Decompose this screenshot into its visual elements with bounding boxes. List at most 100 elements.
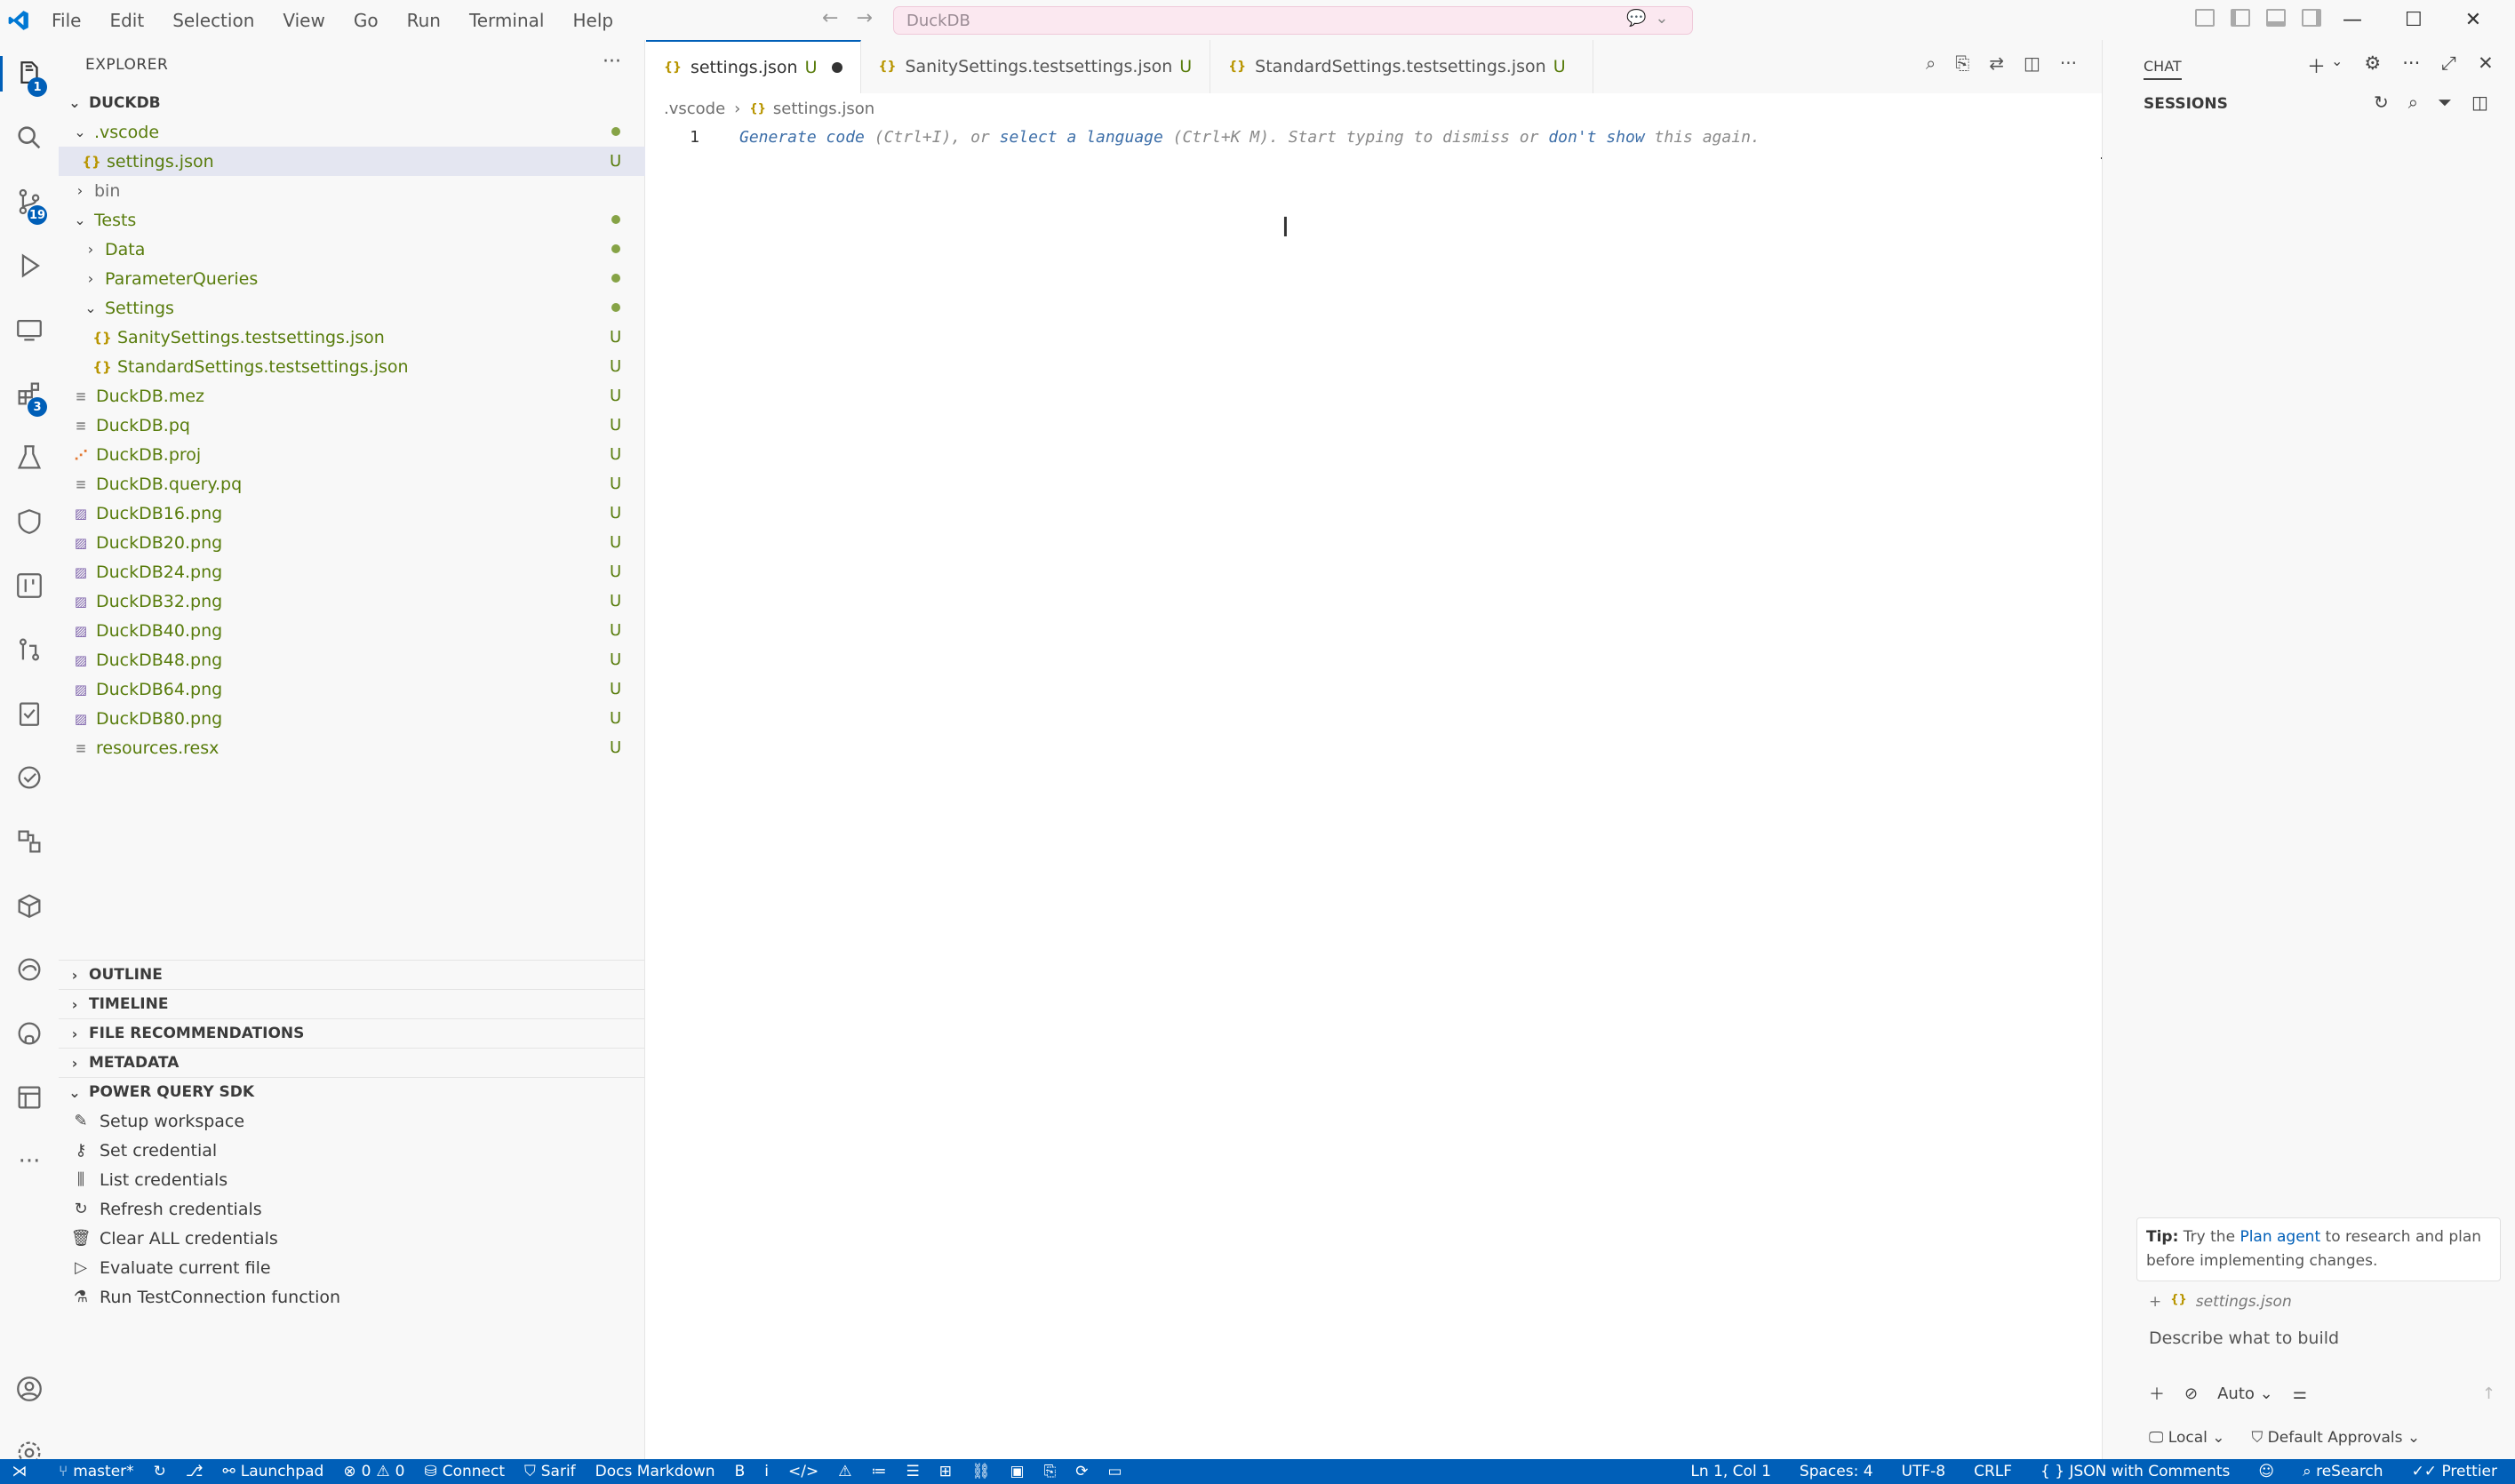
activity-github[interactable] (0, 1007, 59, 1060)
pq-set-credential[interactable]: ⚷ Set credential (59, 1136, 645, 1165)
section-outline[interactable]: › OUTLINE (59, 960, 645, 989)
explorer-more-icon[interactable]: ··· (603, 51, 621, 73)
more-icon[interactable]: ··· (2402, 52, 2420, 79)
tree-item-duckdb-proj[interactable]: ⋰ DuckDB.proj U (59, 440, 645, 469)
toggle-panel-icon[interactable] (2266, 9, 2286, 27)
activity-source-control[interactable]: 19 (0, 175, 59, 228)
tree-item-settings-folder[interactable]: ⌄ Settings (59, 293, 645, 323)
activity-run-debug[interactable] (0, 239, 59, 292)
activity-extensions[interactable]: 3 (0, 367, 59, 420)
tree-item-vscode-folder[interactable]: ⌄ .vscode (59, 117, 645, 147)
snippet-icon[interactable]: ⟳ (1075, 1463, 1088, 1480)
chat-bubble-icon[interactable]: 💬 (1626, 9, 1646, 28)
customize-layout-icon[interactable] (2195, 9, 2215, 27)
menu-view[interactable]: View (283, 10, 324, 31)
tree-item-duckdb-mez[interactable]: ≡ DuckDB.mez U (59, 381, 645, 411)
research-item[interactable]: ⌕ reSearch (2303, 1463, 2383, 1480)
open-changes-icon[interactable]: ⎘ (1955, 52, 1969, 74)
connect-item[interactable]: ⛁ Connect (424, 1463, 505, 1480)
dont-show-link[interactable]: don't show (1548, 128, 1644, 147)
tree-item-tests-folder[interactable]: ⌄ Tests (59, 205, 645, 235)
close-window-icon[interactable]: ✕ (2465, 9, 2481, 31)
tree-item-settings-json[interactable]: {} settings.json U (59, 147, 645, 176)
tree-item-duckdb-query-pq[interactable]: ≡ DuckDB.query.pq U (59, 469, 645, 499)
copilot-icon[interactable]: ☺ (2258, 1463, 2274, 1480)
code-line[interactable]: 1 Generate code (Ctrl+I), or select a la… (646, 122, 1997, 152)
new-chat-icon[interactable]: ＋ (2307, 52, 2326, 79)
cursor-position[interactable]: Ln 1, Col 1 (1690, 1463, 1771, 1480)
command-center-search[interactable]: DuckDB (893, 6, 1693, 35)
send-arrow-icon[interactable]: ↑ (2482, 1384, 2495, 1403)
problems-item[interactable]: ⊗ 0 ⚠ 0 (343, 1463, 404, 1480)
tree-item-sanity-settings[interactable]: {} SanitySettings.testsettings.json U (59, 323, 645, 352)
breadcrumb-file[interactable]: settings.json (773, 100, 874, 118)
tree-item-standard-settings[interactable]: {} StandardSettings.testsettings.json U (59, 352, 645, 381)
menu-file[interactable]: File (52, 10, 81, 31)
activity-explorer[interactable]: 1 (0, 47, 59, 100)
tree-item-duckdb20-png[interactable]: ▨ DuckDB20.png U (59, 528, 645, 557)
toggle-primary-sidebar-icon[interactable] (2231, 9, 2250, 27)
activity-pull-requests[interactable] (0, 623, 59, 676)
include-icon[interactable]: ⎘ (1044, 1463, 1057, 1480)
menu-selection[interactable]: Selection (172, 10, 254, 31)
plan-agent-link[interactable]: Plan agent (2240, 1228, 2320, 1246)
approvals-picker[interactable]: ⛉ Default Approvals ⌄ (2252, 1429, 2421, 1447)
tree-item-duckdb-pq[interactable]: ≡ DuckDB.pq U (59, 411, 645, 440)
activity-checklist[interactable] (0, 751, 59, 804)
tree-item-duckdb16-png[interactable]: ▨ DuckDB16.png U (59, 499, 645, 528)
end-of-line[interactable]: CRLF (1974, 1463, 2012, 1480)
maximize-icon[interactable]: ☐ (2405, 9, 2423, 31)
tools-icon[interactable]: ⊘ (2184, 1384, 2198, 1403)
activity-edge[interactable] (0, 943, 59, 996)
activity-remote-explorer[interactable] (0, 303, 59, 356)
pq-clear-all-credentials[interactable]: 🗑 Clear ALL credentials (59, 1224, 645, 1253)
tree-item-duckdb80-png[interactable]: ▨ DuckDB80.png U (59, 704, 645, 733)
more-actions-icon[interactable]: ··· (2060, 52, 2077, 74)
add-context-icon[interactable]: ＋ (2149, 1382, 2165, 1405)
sync-icon[interactable]: ↻ (154, 1463, 166, 1480)
menu-edit[interactable]: Edit (109, 10, 144, 31)
remote-indicator[interactable]: ⋊ (0, 1459, 39, 1484)
select-language-link[interactable]: select a language (1000, 128, 1163, 147)
activity-security[interactable] (0, 495, 59, 548)
refresh-icon[interactable]: ↻ (2374, 92, 2389, 113)
tree-item-bin-folder[interactable]: › bin (59, 176, 645, 205)
prettier-item[interactable]: ✓✓ Prettier (2412, 1463, 2497, 1480)
tree-item-duckdb48-png[interactable]: ▨ DuckDB48.png U (59, 645, 645, 674)
activity-git-graph[interactable] (0, 559, 59, 612)
menu-go[interactable]: Go (354, 10, 379, 31)
toggle-sidebar-icon[interactable]: ◫ (2471, 92, 2488, 113)
close-icon[interactable]: ✕ (2478, 52, 2494, 79)
link-icon[interactable]: ⛓ (971, 1463, 991, 1480)
section-file-recommendations[interactable]: › FILE RECOMMENDATIONS (59, 1018, 645, 1048)
tab-standard-settings[interactable]: {} StandardSettings.testsettings.json U (1210, 40, 1593, 93)
chevron-down-icon[interactable]: ⌄ (1655, 9, 1668, 28)
settings-sliders-icon[interactable]: ⚌ (2293, 1384, 2307, 1403)
gear-icon[interactable]: ⚙ (2364, 52, 2381, 79)
mode-picker[interactable]: Auto ⌄ (2217, 1384, 2273, 1403)
pq-list-credentials[interactable]: ⫼ List credentials (59, 1165, 645, 1194)
menu-run[interactable]: Run (407, 10, 441, 31)
section-metadata[interactable]: › METADATA (59, 1048, 645, 1077)
tree-item-duckdb32-png[interactable]: ▨ DuckDB32.png U (59, 586, 645, 616)
maximize-panel-icon[interactable]: ⤢ (2441, 52, 2456, 79)
launchpad-item[interactable]: ⚯ Launchpad (223, 1463, 324, 1480)
menu-terminal[interactable]: Terminal (469, 10, 545, 31)
tree-item-duckdb24-png[interactable]: ▨ DuckDB24.png U (59, 557, 645, 586)
branch-indicator[interactable]: ⑂ master* (59, 1463, 134, 1480)
activity-diagram[interactable] (0, 815, 59, 868)
back-arrow-icon[interactable]: ← (822, 7, 838, 29)
tree-item-resources-resx[interactable]: ≡ resources.resx U (59, 733, 645, 762)
activity-server[interactable] (0, 1071, 59, 1124)
numbered-list-icon[interactable]: ≔ (871, 1463, 886, 1480)
activity-more[interactable]: ··· (0, 1135, 59, 1188)
breadcrumb-folder[interactable]: .vscode (664, 100, 725, 118)
tree-item-duckdb40-png[interactable]: ▨ DuckDB40.png U (59, 616, 645, 645)
tree-item-duckdb64-png[interactable]: ▨ DuckDB64.png U (59, 674, 645, 704)
add-table-icon[interactable]: ⊞ (939, 1463, 952, 1480)
chat-attachment[interactable]: + {} settings.json (2149, 1293, 2292, 1311)
workspace-root[interactable]: ⌄ DUCKDB (59, 88, 645, 117)
activity-tasks[interactable] (0, 687, 59, 740)
location-picker[interactable]: 🖵 Local ⌄ (2149, 1429, 2225, 1447)
alert-icon[interactable]: ⚠ (838, 1463, 851, 1480)
